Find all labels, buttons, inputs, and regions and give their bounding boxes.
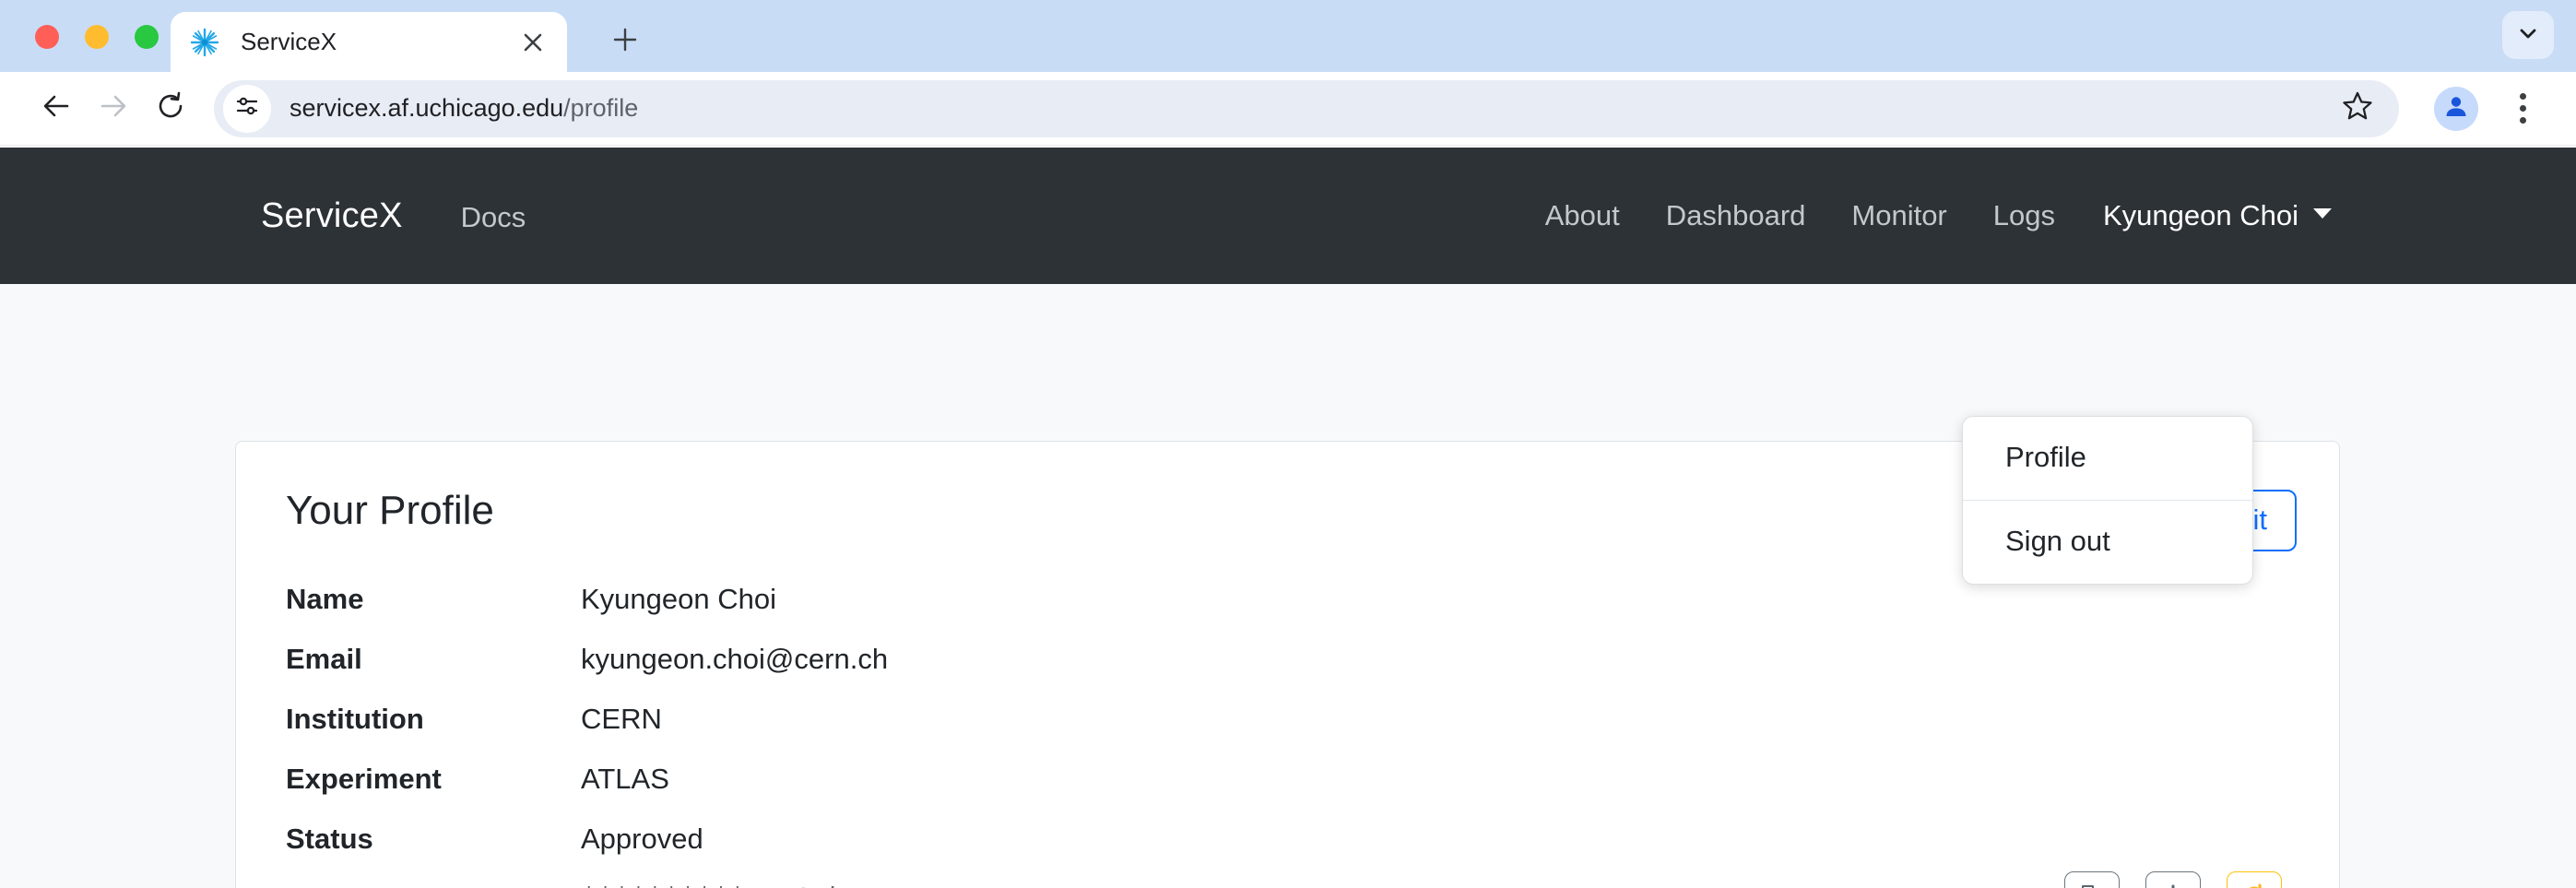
- reload-button[interactable]: [142, 80, 199, 137]
- new-tab-button[interactable]: [604, 18, 646, 61]
- browser-menu-button[interactable]: [2497, 83, 2548, 135]
- caret-down-icon: [2313, 207, 2332, 219]
- menu-item-profile[interactable]: Profile: [1963, 417, 2252, 500]
- browser-tab[interactable]: ServiceX: [171, 12, 567, 72]
- chevron-down-icon: [2517, 22, 2539, 49]
- close-window-button[interactable]: [35, 25, 59, 49]
- profile-row-institution: Institution CERN: [286, 689, 2289, 749]
- arrow-left-icon: [40, 89, 73, 127]
- forward-button[interactable]: [85, 80, 142, 137]
- refresh-icon: [2240, 882, 2268, 888]
- kebab-menu-icon: [2519, 117, 2526, 124]
- browser-toolbar: servicex.af.uchicago.edu/profile: [0, 72, 2576, 146]
- url-path: /profile: [563, 94, 639, 122]
- nav-link-dashboard[interactable]: Dashboard: [1666, 199, 1806, 232]
- nav-link-docs[interactable]: Docs: [461, 201, 526, 234]
- field-label: Experiment: [286, 762, 442, 795]
- download-icon: [2159, 882, 2187, 888]
- refresh-token-button[interactable]: [2227, 870, 2282, 888]
- navbar-right: About Dashboard Monitor Logs Kyungeon Ch…: [1499, 199, 2576, 232]
- url-text: servicex.af.uchicago.edu/profile: [290, 94, 638, 123]
- field-value: kyungeon.choi@cern.ch: [581, 642, 889, 675]
- reload-icon: [154, 89, 187, 127]
- url-host: servicex.af.uchicago.edu: [290, 94, 564, 122]
- brand-logo[interactable]: ServiceX: [261, 196, 403, 236]
- window-controls: [35, 25, 159, 49]
- profile-row-status: Status Approved: [286, 809, 2289, 869]
- token-actions: [2064, 870, 2282, 888]
- person-icon: [2442, 92, 2470, 124]
- status-badge: Approved: [581, 822, 703, 855]
- user-menu-label: Kyungeon Choi: [2103, 199, 2298, 231]
- user-dropdown-menu: Profile Sign out: [1962, 416, 2253, 585]
- kebab-menu-icon: [2519, 93, 2526, 100]
- nav-link-logs[interactable]: Logs: [1993, 199, 2055, 232]
- arrow-right-icon: [97, 89, 130, 127]
- copy-token-button[interactable]: [2064, 870, 2120, 888]
- profile-row-api-token: API token **********TMUSIk: [286, 869, 2289, 888]
- tab-title: ServiceX: [241, 28, 337, 55]
- address-bar[interactable]: servicex.af.uchicago.edu/profile: [214, 79, 2399, 137]
- back-button[interactable]: [28, 80, 85, 137]
- browser-titlebar: ServiceX: [0, 0, 2576, 72]
- profile-avatar-button[interactable]: [2434, 86, 2478, 131]
- site-navbar: ServiceX Docs About Dashboard Monitor Lo…: [0, 148, 2576, 284]
- kebab-menu-icon: [2519, 105, 2526, 112]
- field-value: CERN: [581, 702, 662, 735]
- download-token-button[interactable]: [2145, 870, 2201, 888]
- site-settings-button[interactable]: [223, 84, 271, 133]
- field-label: Name: [286, 582, 364, 615]
- nav-link-about[interactable]: About: [1545, 199, 1620, 232]
- field-value: Kyungeon Choi: [581, 582, 776, 615]
- bookmark-button[interactable]: [2336, 88, 2379, 130]
- profile-fields: Name Kyungeon Choi Email kyungeon.choi@c…: [286, 569, 2289, 888]
- api-token-value: **********TMUSIk: [581, 883, 845, 888]
- copy-icon: [2078, 882, 2106, 888]
- nav-link-monitor[interactable]: Monitor: [1851, 199, 1946, 232]
- minimize-window-button[interactable]: [85, 25, 109, 49]
- maximize-window-button[interactable]: [135, 25, 159, 49]
- field-label: API token: [286, 882, 581, 888]
- field-label: Email: [286, 642, 362, 675]
- servicex-starburst-icon: [189, 27, 220, 58]
- tune-icon: [234, 93, 260, 124]
- user-menu-toggle[interactable]: Kyungeon Choi: [2103, 199, 2332, 232]
- close-tab-button[interactable]: [517, 27, 549, 58]
- navbar-left: ServiceX Docs: [0, 196, 526, 236]
- browser-window: ServiceX servicex.af.uchicago.edu/profil…: [0, 0, 2576, 888]
- tab-search-button[interactable]: [2502, 11, 2554, 59]
- profile-row-experiment: Experiment ATLAS: [286, 749, 2289, 809]
- page-viewport: ServiceX Docs About Dashboard Monitor Lo…: [0, 148, 2576, 888]
- field-label: Status: [286, 822, 373, 855]
- field-label: Institution: [286, 702, 424, 735]
- profile-row-email: Email kyungeon.choi@cern.ch: [286, 629, 2289, 689]
- star-outline-icon: [2342, 90, 2373, 126]
- field-value: ATLAS: [581, 762, 669, 795]
- menu-item-sign-out[interactable]: Sign out: [1963, 501, 2252, 584]
